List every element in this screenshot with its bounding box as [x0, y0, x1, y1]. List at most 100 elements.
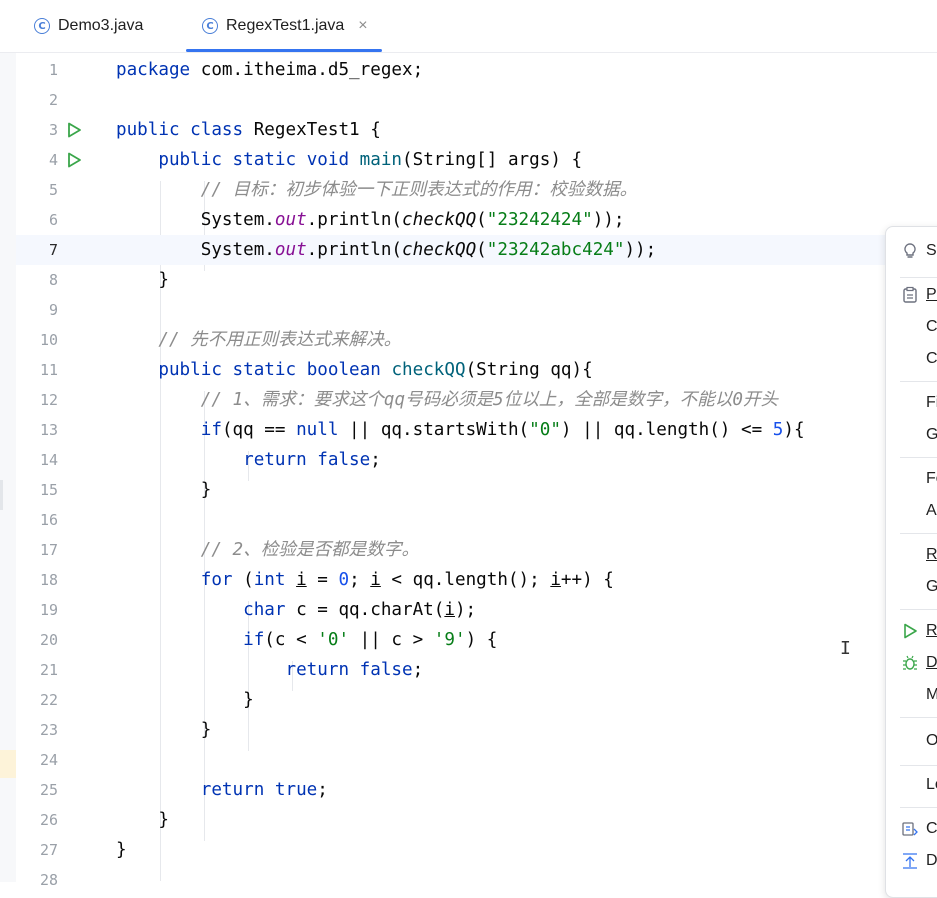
tab-demo3[interactable]: C Demo3.java — [34, 0, 143, 52]
run-icon — [904, 623, 917, 639]
code-line: 28 — [16, 865, 937, 895]
code-token: "23242abc424" — [486, 240, 625, 260]
code-line: 14 return false; — [16, 445, 937, 475]
diagram-icon — [903, 853, 917, 869]
code-token: ( — [476, 210, 487, 230]
code-token: )); — [624, 240, 657, 260]
code-token: } — [116, 270, 169, 290]
close-icon[interactable]: × — [358, 17, 367, 35]
code-token: '9' — [433, 630, 466, 650]
code-comment: // 先不用正则表达式来解决。 — [116, 330, 402, 350]
line-number: 14 — [39, 451, 58, 469]
line-number: 9 — [48, 301, 58, 319]
line-number: 17 — [39, 541, 58, 559]
text-cursor-icon: I — [840, 638, 851, 659]
code-line: 1 package com.itheima.d5_regex; — [16, 55, 937, 85]
code-token: void — [306, 150, 350, 170]
menu-item-run[interactable]: Ru — [886, 615, 937, 647]
menu-item-local-history[interactable]: Lo — [886, 769, 937, 801]
menu-item-label: D — [926, 852, 937, 869]
menu-item-folding[interactable]: Fo — [886, 463, 937, 495]
menu-item-go-to[interactable]: G — [886, 419, 937, 451]
code-token: ) || qq.length() <= — [560, 420, 773, 440]
menu-separator — [900, 765, 937, 766]
paste-icon — [903, 286, 917, 303]
debug-bug-icon — [903, 655, 917, 670]
code-token: } — [116, 810, 169, 830]
code-token: ; — [370, 450, 381, 470]
menu-item-label: G — [926, 426, 937, 443]
menu-item-copy-paste-special[interactable]: C — [886, 343, 937, 375]
code-token: i — [370, 570, 381, 590]
menu-item-diagrams[interactable]: D — [886, 845, 937, 877]
code-line: 26 } — [16, 805, 937, 835]
code-token: public — [116, 120, 180, 140]
code-line: 2 — [16, 85, 937, 115]
menu-item-refactor[interactable]: Re — [886, 539, 937, 571]
code-editor[interactable]: 1 package com.itheima.d5_regex; 2 3 publ… — [16, 53, 937, 889]
code-token: for — [200, 570, 233, 590]
code-token: (c < — [264, 630, 318, 650]
code-token: out — [274, 210, 307, 230]
menu-item-analyze[interactable]: A — [886, 495, 937, 527]
code-token: char — [243, 600, 286, 620]
code-comment: // 目标：初步体验一下正则表达式的作用：校验数据。 — [116, 180, 638, 200]
code-token: .println( — [306, 240, 403, 260]
menu-item-debug[interactable]: D — [886, 647, 937, 679]
code-comment: // 2、检验是否都是数字。 — [116, 540, 420, 560]
code-token: checkQQ — [402, 240, 477, 260]
line-number: 18 — [39, 571, 58, 589]
code-token: ; — [412, 660, 424, 680]
code-token: static — [232, 150, 297, 170]
menu-item-open-in[interactable]: O — [886, 725, 937, 757]
menu-item-modify-run-config[interactable]: M — [886, 679, 937, 711]
line-number: 3 — [48, 121, 58, 139]
context-menu: Sh Pa C C Fi G Fo A Re G Ru D M O — [885, 226, 937, 898]
menu-item-show-context-actions[interactable]: Sh — [886, 235, 937, 267]
tab-label: RegexTest1.java — [226, 17, 345, 34]
compare-icon — [902, 822, 918, 836]
run-icon[interactable] — [66, 122, 82, 138]
code-line: 25 return true; — [16, 775, 937, 805]
line-number: 22 — [39, 691, 58, 709]
code-token: ++) { — [560, 570, 614, 590]
line-number: 5 — [48, 181, 58, 199]
code-token: } — [116, 840, 127, 860]
code-token: public — [158, 150, 222, 170]
code-token: public — [158, 360, 222, 380]
code-line: 27 } — [16, 835, 937, 865]
line-number: 23 — [39, 721, 58, 739]
line-number: 25 — [39, 781, 58, 799]
menu-item-copy[interactable]: C — [886, 311, 937, 343]
menu-item-compare-with-clipboard[interactable]: C — [886, 813, 937, 845]
code-line: 10 // 先不用正则表达式来解决。 — [16, 325, 937, 355]
code-token: class — [190, 120, 244, 140]
code-token: (String qq){ — [465, 360, 593, 380]
code-token: int — [253, 570, 286, 590]
code-token: if — [243, 630, 265, 650]
menu-item-find[interactable]: Fi — [886, 387, 937, 419]
code-token: ); — [454, 600, 477, 620]
code-token: true — [274, 780, 318, 800]
menu-item-paste[interactable]: Pa — [886, 279, 937, 311]
menu-item-label: G — [926, 578, 937, 595]
run-icon[interactable] — [66, 152, 82, 168]
menu-separator — [900, 609, 937, 610]
code-token: .println( — [306, 210, 403, 230]
menu-item-generate[interactable]: G — [886, 571, 937, 603]
menu-item-label: A — [926, 502, 937, 519]
code-token: )); — [592, 210, 625, 230]
code-line: 11 public static boolean checkQQ(String … — [16, 355, 937, 385]
tab-regextest1[interactable]: C RegexTest1.java × — [186, 0, 382, 52]
line-number: 27 — [39, 841, 58, 859]
line-number: 26 — [39, 811, 58, 829]
